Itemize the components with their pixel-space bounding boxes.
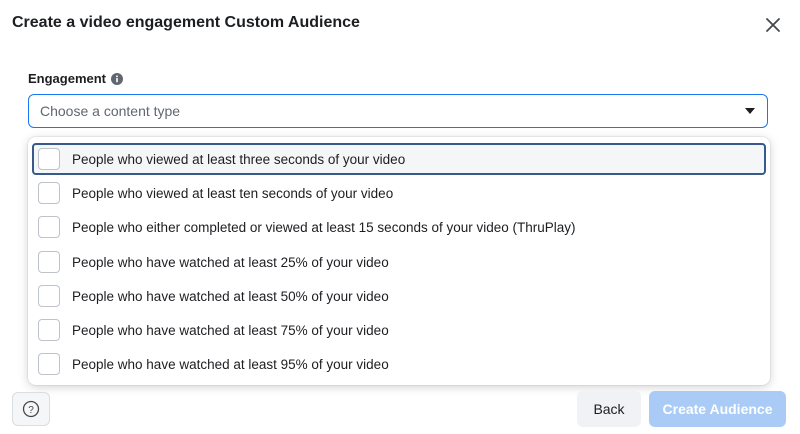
content-type-placeholder: Choose a content type [40, 103, 181, 119]
option-checkbox[interactable] [38, 319, 60, 341]
create-audience-dialog: Create a video engagement Custom Audienc… [0, 0, 800, 434]
option-thruplay[interactable]: People who either completed or viewed at… [32, 211, 766, 243]
engagement-label-row: Engagement [28, 71, 124, 86]
engagement-label: Engagement [28, 71, 107, 86]
option-checkbox[interactable] [38, 353, 60, 375]
option-label: People who have watched at least 50% of … [72, 288, 389, 304]
option-three-seconds[interactable]: People who viewed at least three seconds… [32, 143, 766, 175]
option-checkbox[interactable] [38, 216, 60, 238]
option-75-percent[interactable]: People who have watched at least 75% of … [32, 314, 766, 346]
option-95-percent[interactable]: People who have watched at least 95% of … [32, 348, 766, 380]
content-type-dropdown: People who viewed at least three seconds… [28, 137, 770, 385]
option-label: People who either completed or viewed at… [72, 219, 576, 235]
option-label: People who viewed at least three seconds… [72, 151, 406, 167]
back-button[interactable]: Back [577, 391, 641, 427]
content-type-select[interactable]: Choose a content type [28, 94, 768, 128]
option-checkbox[interactable] [38, 148, 60, 170]
close-button[interactable] [762, 14, 784, 36]
option-checkbox[interactable] [38, 182, 60, 204]
option-ten-seconds[interactable]: People who viewed at least ten seconds o… [32, 177, 766, 209]
option-label: People who have watched at least 75% of … [72, 322, 389, 338]
help-icon-glyph: ? [28, 405, 34, 416]
caret-down-icon [745, 107, 755, 115]
close-icon [766, 18, 780, 32]
help-icon: ? [22, 400, 40, 418]
option-label: People who have watched at least 25% of … [72, 254, 389, 270]
info-icon[interactable] [111, 72, 124, 85]
option-label: People who viewed at least ten seconds o… [72, 185, 394, 201]
option-25-percent[interactable]: People who have watched at least 25% of … [32, 246, 766, 278]
create-audience-button[interactable]: Create Audience [649, 391, 786, 427]
option-50-percent[interactable]: People who have watched at least 50% of … [32, 280, 766, 312]
option-label: People who have watched at least 95% of … [72, 356, 389, 372]
dialog-title: Create a video engagement Custom Audienc… [12, 14, 360, 31]
option-checkbox[interactable] [38, 285, 60, 307]
help-button[interactable]: ? [12, 392, 50, 426]
option-checkbox[interactable] [38, 251, 60, 273]
